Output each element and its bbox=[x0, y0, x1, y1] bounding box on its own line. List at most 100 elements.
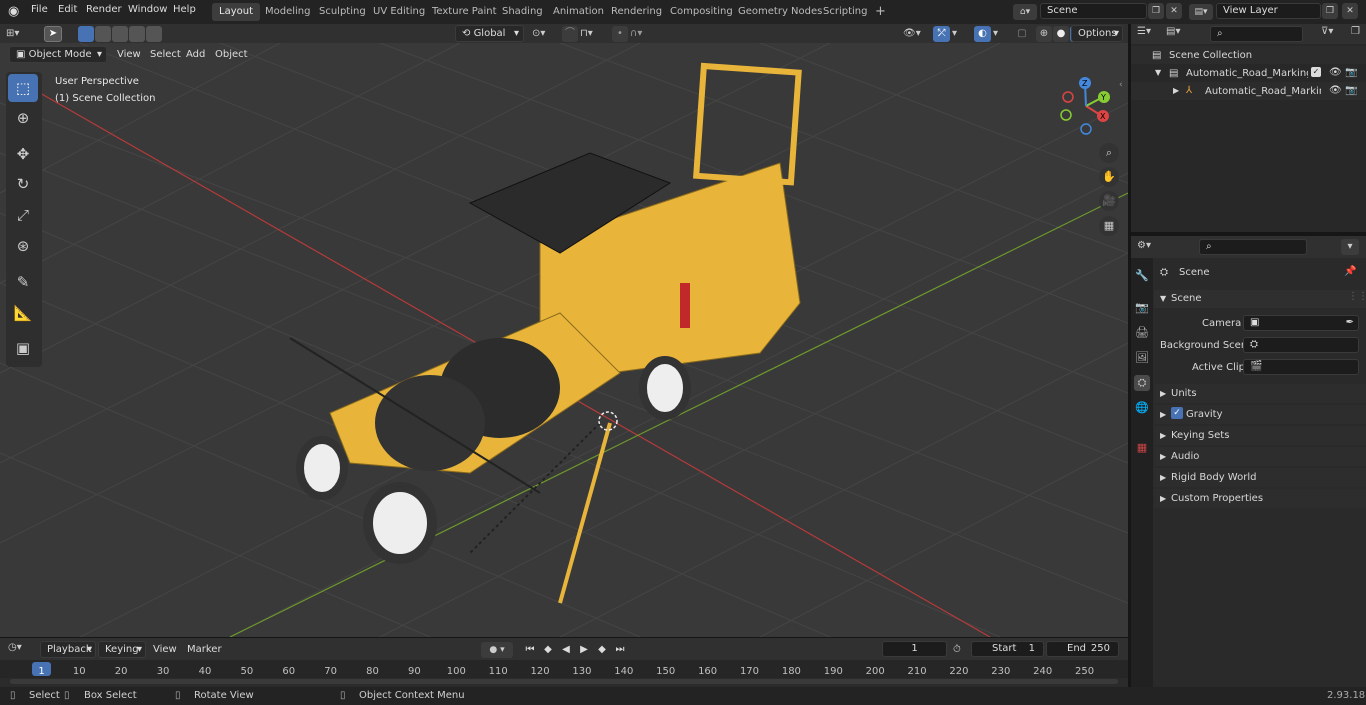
viewport-menu-view[interactable]: View bbox=[112, 46, 146, 63]
gizmo-toggle-icon[interactable]: ⤱ bbox=[933, 26, 950, 42]
texture-tab-icon[interactable]: ▦ bbox=[1134, 440, 1150, 456]
add-cube-tool-icon[interactable]: ▣ bbox=[8, 334, 38, 362]
scene-selector[interactable]: Scene bbox=[1040, 3, 1147, 19]
ortho-grid-icon[interactable]: ▦ bbox=[1099, 216, 1119, 236]
gizmo-dropdown-icon[interactable]: ▾ bbox=[952, 26, 964, 42]
scale-tool-icon[interactable]: ⤢ bbox=[8, 201, 38, 229]
eye-icon[interactable]: 👁 bbox=[1329, 85, 1342, 96]
end-frame-field[interactable]: End 250 bbox=[1046, 641, 1119, 657]
select-mode-subtract-icon[interactable] bbox=[112, 26, 128, 42]
timeline-menu-view[interactable]: View bbox=[148, 641, 182, 658]
mode-dropdown[interactable]: ▣ Object Mode ▾ bbox=[9, 46, 107, 63]
new-scene-icon[interactable]: ❐ bbox=[1148, 3, 1164, 19]
transform-tool-icon[interactable]: ⊛ bbox=[8, 232, 38, 260]
snap-target-icon[interactable]: ⊓▾ bbox=[580, 26, 606, 42]
select-mode-invert-icon[interactable] bbox=[129, 26, 145, 42]
select-mode-intersect-icon[interactable] bbox=[146, 26, 162, 42]
gravity-checkbox[interactable]: ✓ bbox=[1171, 407, 1183, 419]
prev-keyframe-icon[interactable]: ◆ bbox=[540, 642, 556, 658]
menu-file[interactable]: File bbox=[31, 4, 48, 15]
rotate-tool-icon[interactable]: ↻ bbox=[8, 170, 38, 198]
active-clip-field[interactable]: 🎬 bbox=[1243, 359, 1359, 375]
editor-type-icon[interactable]: ⊞▾ bbox=[6, 26, 34, 42]
world-tab-icon[interactable]: 🌐 bbox=[1134, 400, 1150, 416]
delete-view-layer-icon[interactable]: ✕ bbox=[1342, 3, 1358, 19]
add-workspace-icon[interactable]: + bbox=[868, 3, 893, 21]
start-frame-field[interactable]: Start 1 bbox=[971, 641, 1044, 657]
delete-scene-icon[interactable]: ✕ bbox=[1166, 3, 1182, 19]
camera-icon[interactable]: 📷 bbox=[1345, 67, 1357, 78]
camera-icon[interactable]: 📷 bbox=[1345, 85, 1357, 96]
tab-compositing[interactable]: Compositing bbox=[663, 3, 740, 21]
new-collection-icon[interactable]: ❐ bbox=[1351, 26, 1360, 37]
pivot-point-icon[interactable]: ⊙▾ bbox=[532, 26, 556, 42]
xray-icon[interactable]: ▢ bbox=[1014, 26, 1030, 42]
eyedropper-icon[interactable]: ✒ bbox=[1346, 316, 1354, 330]
next-keyframe-icon[interactable]: ◆ bbox=[594, 642, 610, 658]
properties-options-icon[interactable]: ▾ bbox=[1341, 239, 1359, 255]
view-layer-tab-icon[interactable]: 🖼 bbox=[1134, 350, 1150, 366]
overlays-dropdown-icon[interactable]: ▾ bbox=[993, 26, 1005, 42]
select-box-tool-icon[interactable]: ⬚ bbox=[8, 74, 38, 102]
shading-solid-icon[interactable]: ● bbox=[1053, 26, 1069, 42]
menu-window[interactable]: Window bbox=[128, 4, 167, 15]
view-layer-icon[interactable]: ▤▾ bbox=[1189, 4, 1213, 20]
sidebar-toggle-icon[interactable]: ‹ bbox=[1119, 80, 1123, 90]
navigation-gizmo[interactable]: X Y Z bbox=[1055, 75, 1120, 137]
pan-hand-icon[interactable]: ✋ bbox=[1099, 167, 1119, 187]
falloff-icon[interactable]: ∩▾ bbox=[630, 26, 656, 42]
play-reverse-icon[interactable]: ◀ bbox=[558, 642, 574, 658]
current-frame-field[interactable]: 1 bbox=[882, 641, 947, 657]
transform-orientation-dropdown[interactable]: ⟲ Global ▾ bbox=[455, 25, 524, 42]
keying-menu[interactable]: Keying ▾ bbox=[98, 641, 146, 658]
eye-icon[interactable]: 👁 bbox=[1329, 67, 1342, 78]
new-view-layer-icon[interactable]: ❐ bbox=[1322, 3, 1338, 19]
measure-tool-icon[interactable]: 📐 bbox=[8, 299, 38, 327]
annotate-tool-icon[interactable]: ✎ bbox=[8, 268, 38, 296]
background-scene-field[interactable]: ⛭ bbox=[1243, 337, 1359, 353]
record-icon[interactable]: ● ▾ bbox=[481, 642, 513, 658]
play-icon[interactable]: ▶ bbox=[576, 642, 592, 658]
output-tab-icon[interactable]: 🖨 bbox=[1134, 325, 1150, 341]
exclude-checkbox-icon[interactable]: ✓ bbox=[1311, 67, 1321, 77]
tab-sculpting[interactable]: Sculpting bbox=[312, 3, 373, 21]
outliner-search-input[interactable]: ⌕ bbox=[1210, 26, 1303, 42]
zoom-icon[interactable]: ⌕ bbox=[1099, 143, 1119, 163]
tab-modeling[interactable]: Modeling bbox=[258, 3, 318, 21]
playback-menu[interactable]: Playback ▾ bbox=[40, 641, 96, 658]
expand-arrow-icon[interactable]: ▶ bbox=[1173, 86, 1179, 95]
tool-select-icon[interactable]: ➤ bbox=[44, 26, 62, 42]
expand-arrow-icon[interactable]: ▼ bbox=[1155, 68, 1161, 77]
options-dropdown[interactable]: Options ▾ bbox=[1071, 25, 1123, 42]
snap-icon[interactable]: ⌒ bbox=[562, 26, 578, 42]
tab-geometry-nodes[interactable]: Geometry Nodes bbox=[731, 3, 829, 21]
cursor-tool-icon[interactable]: ⊕ bbox=[8, 104, 38, 132]
preview-range-icon[interactable]: ⏱ bbox=[953, 642, 969, 658]
timeline-editor-type-icon[interactable]: ◷▾ bbox=[8, 642, 22, 653]
properties-search-input[interactable]: ⌕ bbox=[1199, 239, 1307, 255]
view-layer-selector[interactable]: View Layer bbox=[1216, 3, 1321, 19]
jump-end-icon[interactable]: ⏭ bbox=[612, 642, 628, 658]
blender-logo-icon[interactable]: ◉ bbox=[8, 4, 24, 20]
proportional-edit-icon[interactable]: • bbox=[612, 26, 628, 42]
viewport-menu-object[interactable]: Object bbox=[210, 46, 253, 63]
tab-shading[interactable]: Shading bbox=[495, 3, 550, 21]
drag-handle-icon[interactable]: ⋮⋮ bbox=[1348, 291, 1366, 302]
move-tool-icon[interactable]: ✥ bbox=[8, 140, 38, 168]
render-tab-icon[interactable]: 📷 bbox=[1134, 300, 1150, 316]
select-mode-extend-icon[interactable] bbox=[95, 26, 111, 42]
filter-icon[interactable]: ⊽▾ bbox=[1321, 26, 1333, 37]
properties-editor-type-icon[interactable]: ⚙▾ bbox=[1137, 240, 1151, 251]
tab-texture-paint[interactable]: Texture Paint bbox=[425, 3, 504, 21]
timeline-scrollbar[interactable] bbox=[10, 679, 1118, 684]
scene-type-icon[interactable]: ⌂▾ bbox=[1013, 4, 1037, 20]
camera-field[interactable]: ▣ ✒ bbox=[1243, 315, 1359, 331]
timeline-menu-marker[interactable]: Marker bbox=[182, 641, 227, 658]
select-mode-new-icon[interactable] bbox=[78, 26, 94, 42]
menu-help[interactable]: Help bbox=[173, 4, 196, 15]
scene-tab-icon[interactable]: ⛭ bbox=[1134, 375, 1150, 391]
viewport-menu-add[interactable]: Add bbox=[181, 46, 210, 63]
tab-scripting[interactable]: Scripting bbox=[816, 3, 874, 21]
viewport-menu-select[interactable]: Select bbox=[145, 46, 186, 63]
jump-start-icon[interactable]: ⏮ bbox=[522, 642, 538, 658]
